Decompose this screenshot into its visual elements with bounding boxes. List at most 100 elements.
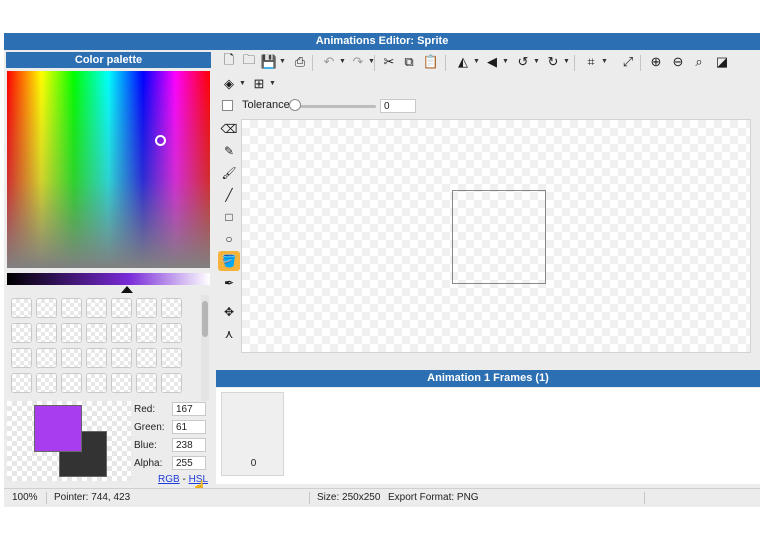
tolerance-slider-thumb[interactable] [289, 99, 301, 111]
frame-thumbnail[interactable]: 0 [221, 392, 284, 476]
color-swatch[interactable] [136, 348, 157, 368]
lightness-slider[interactable] [7, 273, 210, 285]
status-zoom: 100% [12, 492, 38, 503]
color-swatch[interactable] [111, 348, 132, 368]
rotate-right-icon[interactable]: ↻ [544, 53, 562, 71]
dropdown-caret-icon[interactable]: ▼ [239, 80, 246, 87]
swatch-scrollbar-thumb[interactable] [202, 301, 208, 337]
sprite-bounds[interactable] [452, 190, 546, 284]
color-swatch[interactable] [111, 323, 132, 343]
tolerance-checkbox[interactable] [222, 100, 233, 111]
toolbar-separator [640, 55, 641, 71]
dropdown-caret-icon[interactable]: ▼ [279, 58, 286, 65]
tolerance-slider-track[interactable] [294, 105, 376, 108]
brush-icon[interactable]: 🖌 [218, 163, 240, 183]
swatch-scrollbar[interactable] [201, 295, 209, 401]
line-icon[interactable]: ╱ [218, 185, 240, 205]
color-swatch[interactable] [86, 373, 107, 393]
color-swatch[interactable] [61, 323, 82, 343]
node-icon[interactable]: ⋏ [218, 324, 240, 344]
zoom-in-icon[interactable]: ⊕ [647, 53, 665, 71]
copy-icon[interactable]: ⧉ [400, 53, 418, 71]
lightness-slider-marker[interactable] [121, 286, 133, 293]
color-swatch[interactable] [136, 373, 157, 393]
color-swatch[interactable] [11, 323, 32, 343]
rectangle-icon[interactable]: □ [218, 207, 240, 227]
color-swatch[interactable] [161, 348, 182, 368]
move-point-icon[interactable]: ✥ [218, 302, 240, 322]
save-icon[interactable]: 💾 [260, 53, 278, 71]
rotate-left-icon[interactable]: ↺ [514, 53, 532, 71]
export-icon[interactable]: ⎙ [291, 53, 309, 71]
color-swatch[interactable] [11, 373, 32, 393]
cut-icon[interactable]: ✂ [380, 53, 398, 71]
color-swatch[interactable] [161, 298, 182, 318]
flip-vertical-icon[interactable]: ◀ [483, 53, 501, 71]
color-swatch[interactable] [36, 348, 57, 368]
color-swatch[interactable] [86, 323, 107, 343]
color-swatch[interactable] [136, 298, 157, 318]
flip-horizontal-icon[interactable]: ◭ [454, 53, 472, 71]
red-input[interactable]: 167 [172, 402, 206, 416]
color-swatch[interactable] [61, 298, 82, 318]
zoom-reset-icon[interactable]: ⌕ [690, 53, 708, 71]
spectrum-picker-handle[interactable] [155, 135, 166, 146]
red-label: Red: [134, 404, 156, 415]
dropdown-caret-icon[interactable]: ▼ [269, 80, 276, 87]
redo-icon[interactable]: ↷ [349, 53, 367, 71]
dropdown-caret-icon[interactable]: ▼ [339, 58, 346, 65]
color-swatch[interactable] [36, 323, 57, 343]
color-swatch[interactable] [36, 373, 57, 393]
eyedropper-icon[interactable]: ✒ [218, 273, 240, 293]
color-swatch[interactable] [11, 298, 32, 318]
color-swatch[interactable] [11, 348, 32, 368]
blue-input[interactable]: 238 [172, 438, 206, 452]
color-swatch[interactable] [61, 373, 82, 393]
layers-icon[interactable]: ◈ [220, 75, 238, 93]
blue-label: Blue: [134, 440, 157, 451]
foreground-color-swatch[interactable] [34, 405, 82, 452]
alpha-input[interactable]: 255 [172, 456, 206, 470]
crop-icon[interactable]: ⌗ [582, 53, 600, 71]
ellipse-icon[interactable]: ○ [218, 229, 240, 249]
toolbar-separator [445, 55, 446, 71]
color-swatch[interactable] [111, 373, 132, 393]
toolbar-separator [574, 55, 575, 71]
color-swatch[interactable] [136, 323, 157, 343]
invert-icon[interactable]: ◪ [713, 53, 731, 71]
zoom-out-icon[interactable]: ⊖ [669, 53, 687, 71]
eraser-icon[interactable]: ⌫ [218, 119, 240, 139]
green-input[interactable]: 61 [172, 420, 206, 434]
dropdown-caret-icon[interactable]: ▼ [502, 58, 509, 65]
status-size: Size: 250x250 [317, 492, 381, 503]
rgb-mode-link[interactable]: RGB [158, 474, 180, 485]
undo-icon[interactable]: ↶ [320, 53, 338, 71]
dropdown-caret-icon[interactable]: ▼ [473, 58, 480, 65]
color-swatch[interactable] [86, 298, 107, 318]
status-divider [46, 492, 47, 504]
color-swatch[interactable] [36, 298, 57, 318]
color-swatch[interactable] [161, 323, 182, 343]
color-swatch[interactable] [111, 298, 132, 318]
tolerance-input[interactable]: 0 [380, 99, 416, 113]
drawing-canvas[interactable] [241, 119, 751, 353]
grid-icon[interactable]: ⊞ [250, 75, 268, 93]
status-divider [644, 492, 645, 504]
color-swatch[interactable] [86, 348, 107, 368]
paste-icon[interactable]: 📋 [422, 53, 440, 71]
fill-bucket-icon[interactable]: 🪣 [218, 251, 240, 271]
new-file-icon[interactable]: 🗋 [220, 52, 238, 71]
status-export-format: Export Format: PNG [388, 492, 479, 503]
color-swatch[interactable] [61, 348, 82, 368]
dropdown-caret-icon[interactable]: ▼ [533, 58, 540, 65]
tool-palette: ⌫ ✎ 🖌 ╱ □ ○ 🪣 ✒ ✥ ⋏ [218, 119, 240, 344]
toolbar-separator [312, 55, 313, 71]
color-swatch[interactable] [161, 373, 182, 393]
pencil-icon[interactable]: ✎ [218, 141, 240, 161]
dropdown-caret-icon[interactable]: ▼ [601, 58, 608, 65]
color-spectrum[interactable] [7, 71, 210, 268]
frames-panel: 0 [216, 388, 760, 484]
open-folder-icon[interactable]: 🗀 [240, 52, 258, 71]
resize-icon[interactable]: ⤢ [619, 53, 637, 71]
dropdown-caret-icon[interactable]: ▼ [563, 58, 570, 65]
